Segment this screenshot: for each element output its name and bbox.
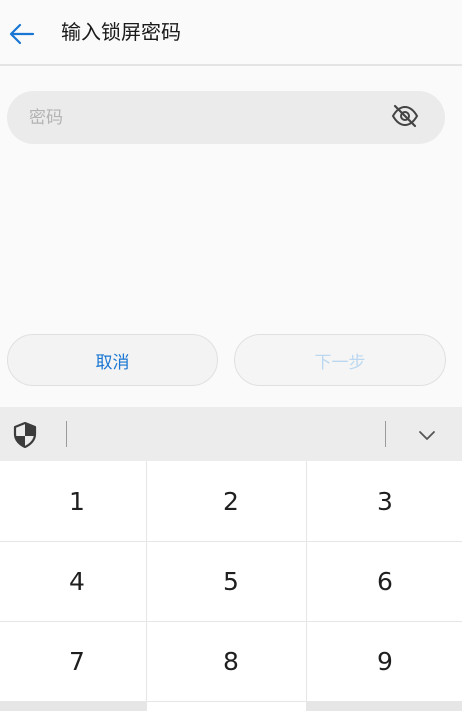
eye-off-icon [391, 104, 419, 132]
toggle-visibility-button[interactable] [390, 104, 420, 132]
key-3[interactable]: 3 [308, 461, 462, 541]
function-key-edge [307, 701, 462, 711]
next-button[interactable]: 下一步 [234, 334, 446, 386]
key-6[interactable]: 6 [308, 541, 462, 621]
key-2[interactable]: 2 [154, 461, 308, 541]
keyboard-toolbar [0, 407, 462, 461]
toolbar-divider [385, 421, 386, 447]
keypad-divider [0, 621, 462, 622]
toolbar-divider [66, 421, 67, 447]
key-4[interactable]: 4 [0, 541, 154, 621]
arrow-left-icon [9, 23, 35, 49]
password-field [7, 91, 445, 144]
password-input[interactable] [29, 91, 369, 144]
key-8[interactable]: 8 [154, 621, 308, 701]
key-1[interactable]: 1 [0, 461, 154, 541]
function-key-edge [0, 701, 146, 711]
app-header: 输入锁屏密码 [0, 0, 462, 66]
chevron-down-icon [418, 426, 436, 445]
key-5[interactable]: 5 [154, 541, 308, 621]
cancel-button[interactable]: 取消 [7, 334, 218, 386]
shield-icon [12, 422, 38, 448]
page-title: 输入锁屏密码 [61, 20, 181, 44]
back-button[interactable] [2, 16, 42, 56]
keypad-divider [0, 541, 462, 542]
keypad-divider [146, 461, 147, 711]
key-9[interactable]: 9 [308, 621, 462, 701]
key-7[interactable]: 7 [0, 621, 154, 701]
collapse-keyboard-button[interactable] [410, 423, 444, 447]
keypad-divider [306, 461, 307, 711]
